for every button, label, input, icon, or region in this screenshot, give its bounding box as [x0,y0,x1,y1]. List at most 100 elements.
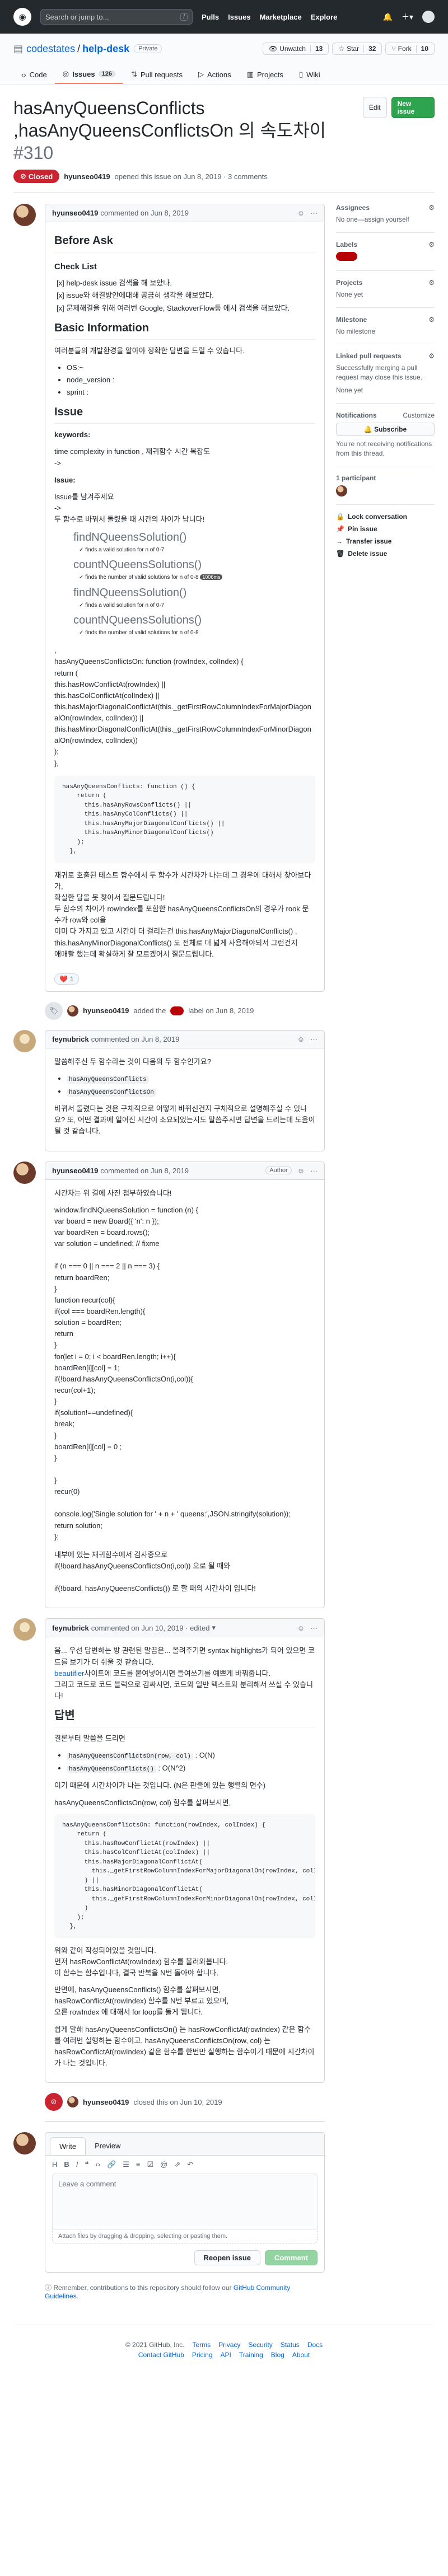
repo-owner-link[interactable]: codestates [26,43,75,55]
nav-pulls[interactable]: Pulls [202,13,219,21]
smiley-icon[interactable]: ☺ [297,1624,305,1632]
heading-icon[interactable]: H [52,2160,57,2169]
comment-author[interactable]: hyunseo0419 [52,209,98,217]
gear-icon[interactable]: ⚙ [428,316,435,324]
smiley-icon[interactable]: ☺ [297,1167,305,1175]
unordered-list-icon[interactable]: ☰ [123,2160,129,2169]
comment-button[interactable]: Comment [265,2250,318,2266]
comment-date[interactable]: commented on Jun 10, 2019 · edited [91,1624,210,1632]
assignees-value[interactable]: No one—assign yourself [336,215,435,224]
star-button[interactable]: ☆ Star 32 [332,43,382,55]
edit-button[interactable]: Edit [362,97,387,118]
footer-link[interactable]: Terms [192,2341,211,2349]
projects-heading[interactable]: Projects ⚙ [336,279,435,287]
plus-icon[interactable]: ＋▾ [402,11,413,22]
nav-marketplace[interactable]: Marketplace [260,13,302,21]
footer-link[interactable]: Blog [271,2351,284,2359]
tab-issues[interactable]: ◎ Issues 126 [54,65,123,84]
new-issue-button[interactable]: New issue [391,97,435,118]
footer-link[interactable]: Privacy [218,2341,240,2349]
gear-icon[interactable]: ⚙ [428,279,435,287]
gear-icon[interactable]: ⚙ [428,352,435,360]
milestone-heading[interactable]: Milestone ⚙ [336,316,435,324]
fork-button[interactable]: ⑂ Fork 10 [385,43,435,55]
customize-link[interactable]: Customize [403,411,435,419]
lock-conversation-link[interactable]: 🔒 Lock conversation [336,513,435,521]
label-chip[interactable] [170,1006,184,1015]
label-chip[interactable] [336,251,357,261]
tab-projects[interactable]: ▥ Projects [239,65,291,84]
assignees-heading[interactable]: Assignees ⚙ [336,204,435,212]
subscribe-button[interactable]: 🔔 Subscribe [336,422,435,436]
gear-icon[interactable]: ⚙ [428,204,435,212]
comment-author[interactable]: feynubrick [52,1035,89,1043]
chevron-down-icon[interactable]: ▾ [212,1623,216,1632]
footer-link[interactable]: Contact GitHub [138,2351,184,2359]
kebab-icon[interactable]: ··· [310,1167,318,1175]
participant-avatar[interactable] [336,485,347,497]
transfer-issue-link[interactable]: → Transfer issue [336,537,435,545]
beautifier-link[interactable]: beautifier [54,1669,84,1678]
reopen-issue-button[interactable]: Reopen issue [194,2250,261,2266]
bell-icon[interactable]: 🔔 [383,12,393,22]
footer-link[interactable]: Pricing [192,2351,213,2359]
event-user[interactable]: hyunseo0419 [83,2098,129,2106]
footer-link[interactable]: API [221,2351,231,2359]
italic-icon[interactable]: I [76,2160,78,2169]
nav-explore[interactable]: Explore [311,13,338,21]
comment-textarea[interactable]: Leave a comment [52,2174,318,2230]
tab-code[interactable]: ‹› Code [13,65,55,84]
avatar[interactable] [67,1005,78,1017]
heart-reaction[interactable]: ❤️ 1 [54,973,79,985]
linked-prs-heading[interactable]: Linked pull requests ⚙ [336,352,435,360]
mention-icon[interactable]: @ [160,2160,167,2169]
watch-button[interactable]: 👁 Unwatch 13 [263,43,329,55]
comment-author[interactable]: feynubrick [52,1624,89,1632]
cross-reference-icon[interactable]: ⇗ [174,2160,180,2169]
attach-files[interactable]: Attach files by dragging & dropping, sel… [52,2230,318,2244]
ordered-list-icon[interactable]: ≡ [136,2160,141,2169]
comment-date[interactable]: commented on Jun 8, 2019 [100,1167,189,1175]
avatar[interactable] [67,2096,78,2108]
kebab-icon[interactable]: ··· [310,1035,318,1043]
user-avatar[interactable] [422,11,435,23]
quote-icon[interactable]: ❝ [85,2160,88,2169]
avatar[interactable] [13,1618,36,1641]
pin-issue-link[interactable]: 📌 Pin issue [336,525,435,533]
event-user[interactable]: hyunseo0419 [83,1006,129,1015]
footer-link[interactable]: About [292,2351,310,2359]
tab-actions[interactable]: ▷ Actions [190,65,239,84]
footer-link[interactable]: Docs [307,2341,323,2349]
kebab-icon[interactable]: ··· [310,1624,318,1632]
footer-link[interactable]: Status [281,2341,300,2349]
footer-link[interactable]: Training [239,2351,263,2359]
avatar[interactable] [13,2132,36,2155]
delete-issue-link[interactable]: 🗑 Delete issue [336,550,435,558]
tab-wiki[interactable]: ▯ Wiki [291,65,328,84]
avatar[interactable] [13,204,36,226]
tab-preview[interactable]: Preview [86,2137,129,2155]
smiley-icon[interactable]: ☺ [297,1035,305,1043]
nav-issues[interactable]: Issues [228,13,250,21]
bold-icon[interactable]: B [64,2160,69,2169]
repo-name-link[interactable]: help-desk [82,43,129,55]
footer-link[interactable]: Security [248,2341,272,2349]
gear-icon[interactable]: ⚙ [428,241,435,249]
labels-heading[interactable]: Labels ⚙ [336,241,435,249]
comment-author[interactable]: hyunseo0419 [52,1167,98,1175]
tasklist-icon[interactable]: ☑ [147,2160,154,2169]
link-icon[interactable]: 🔗 [107,2160,116,2169]
code-icon[interactable]: ‹› [95,2160,100,2169]
kebab-icon[interactable]: ··· [310,209,318,217]
avatar[interactable] [13,1029,36,1052]
comment-date[interactable]: commented on Jun 8, 2019 [91,1035,180,1043]
smiley-icon[interactable]: ☺ [297,209,305,217]
issue-author-link[interactable]: hyunseo0419 [64,172,110,181]
github-logo-icon[interactable]: ◉ [13,8,31,26]
avatar[interactable] [13,1161,36,1184]
tab-write[interactable]: Write [50,2137,86,2156]
reply-icon[interactable]: ↶ [187,2160,193,2169]
search-input[interactable]: Search or jump to... / [40,9,193,25]
comment-date[interactable]: commented on Jun 8, 2019 [100,209,189,217]
tab-pull-requests[interactable]: ⇅ Pull requests [123,65,190,84]
